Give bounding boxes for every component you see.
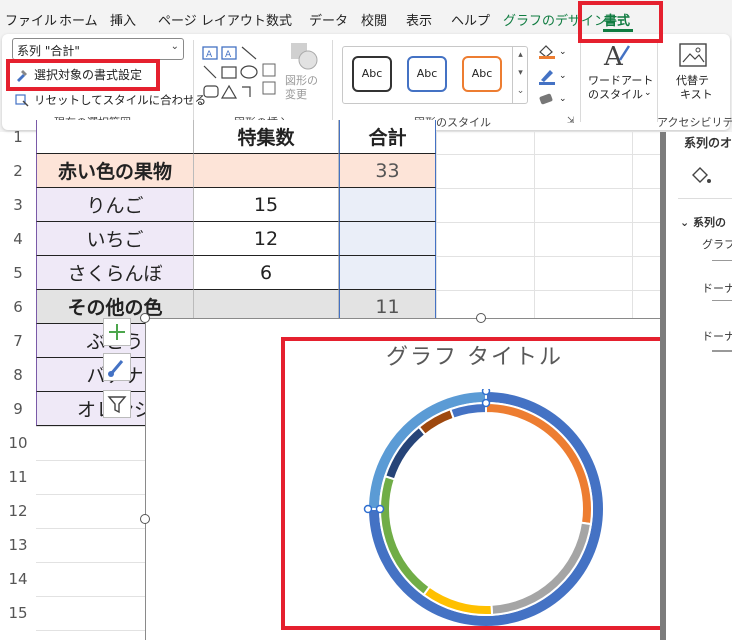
cell-A2[interactable]: 赤い色の果物: [36, 154, 194, 188]
brush-icon: [108, 360, 124, 377]
svg-text:A: A: [225, 50, 232, 60]
row-header[interactable]: 6: [0, 290, 36, 324]
cell-B1[interactable]: 特集数: [194, 120, 339, 154]
chevron-down-icon[interactable]: ⌄: [559, 47, 567, 57]
chart-resize-handle[interactable]: [140, 313, 150, 323]
cell-B4[interactable]: 12: [194, 222, 339, 256]
filter-icon: [107, 396, 127, 414]
wordart-label-2[interactable]: のスタイル: [588, 88, 643, 102]
group-label-accessibility: アクセシビリティ: [657, 116, 732, 129]
row-header[interactable]: 8: [0, 358, 36, 392]
pane-title: 系列のオ: [684, 136, 732, 150]
group-separator: [657, 40, 658, 122]
tab-formulas[interactable]: 数式: [266, 10, 292, 29]
reset-style-label: リセットしてスタイルに合わせる: [34, 93, 207, 107]
pane-section-series-options[interactable]: ⌄ 系列の: [680, 214, 726, 230]
row-header[interactable]: 16: [0, 630, 36, 640]
group-separator: [580, 40, 581, 122]
row-header[interactable]: 15: [0, 596, 36, 630]
svg-text:A: A: [206, 50, 213, 60]
tab-page-layout[interactable]: ページ レイアウト: [158, 10, 266, 29]
chevron-down-icon[interactable]: ⌄: [559, 94, 567, 104]
wordart-icon: A: [603, 42, 631, 70]
cell-A5[interactable]: さくらんぼ: [36, 256, 194, 290]
tab-file[interactable]: ファイル: [5, 10, 57, 29]
row-header[interactable]: 12: [0, 494, 36, 528]
cell-B3[interactable]: 15: [194, 188, 339, 222]
chevron-down-icon[interactable]: ⌄: [559, 71, 567, 81]
pane-option-label: ドーナツ: [702, 282, 732, 295]
alt-text-icon: [679, 43, 707, 67]
chart-elements-button[interactable]: [103, 318, 131, 346]
tab-help[interactable]: ヘルプ: [451, 10, 490, 29]
chart-element-value: 系列 "合計": [17, 44, 80, 58]
chart-resize-handle[interactable]: [140, 514, 150, 524]
pane-option-label: グラフの: [702, 238, 732, 251]
shape-style-preset-3[interactable]: Abc: [462, 56, 502, 92]
highlight-format-tab: [578, 1, 663, 43]
format-pane: 系列のオ ⌄ 系列の グラフの ドーナツ ドーナツ: [660, 132, 732, 640]
change-shape-label-2[interactable]: 変更: [285, 88, 307, 102]
cell-C5[interactable]: [339, 256, 436, 290]
row-header[interactable]: 5: [0, 256, 36, 290]
row-header[interactable]: 9: [0, 392, 36, 426]
tab-review[interactable]: 校閲: [361, 10, 387, 29]
cell-B5[interactable]: 6: [194, 256, 339, 290]
shape-style-preset-1[interactable]: Abc: [352, 56, 392, 92]
alt-text-label-1[interactable]: 代替テ: [676, 74, 709, 88]
row-header[interactable]: 7: [0, 324, 36, 358]
shape-style-preset-2[interactable]: Abc: [407, 56, 447, 92]
group-separator: [332, 40, 333, 122]
highlight-format-selection: [6, 59, 160, 91]
fill-line-icon[interactable]: [688, 162, 714, 188]
cell-A3[interactable]: りんご: [36, 188, 194, 222]
chart-filters-button[interactable]: [103, 390, 131, 418]
cell-C4[interactable]: [339, 222, 436, 256]
chevron-down-icon[interactable]: ⌄: [644, 88, 652, 98]
pane-slider[interactable]: [712, 300, 732, 301]
tab-data[interactable]: データ: [309, 10, 348, 29]
tab-home[interactable]: ホーム: [59, 10, 98, 29]
change-shape-label-1[interactable]: 図形の: [285, 74, 318, 88]
svg-text:A: A: [603, 42, 624, 70]
cell-A4[interactable]: いちご: [36, 222, 194, 256]
dialog-launcher-icon[interactable]: ⇲: [567, 116, 575, 126]
wordart-label-1[interactable]: ワードアート: [588, 74, 653, 88]
row-header[interactable]: 1: [0, 120, 36, 154]
gallery-scroll[interactable]: ▴ ▾ ⌄: [512, 46, 528, 104]
row-header[interactable]: 3: [0, 188, 36, 222]
shapes-gallery[interactable]: A A: [200, 44, 280, 104]
pane-option-label: ドーナツ: [702, 330, 732, 343]
chart-styles-button[interactable]: [103, 353, 131, 381]
cell-C1[interactable]: 合計: [339, 120, 436, 154]
shape-fill-outline-effects[interactable]: [536, 40, 558, 110]
tab-view[interactable]: 表示: [406, 10, 432, 29]
row-header[interactable]: 13: [0, 528, 36, 562]
pane-divider: [678, 198, 732, 199]
pane-slider[interactable]: [712, 260, 732, 261]
row-header[interactable]: 11: [0, 460, 36, 494]
plus-icon: [109, 324, 125, 340]
cell-C2[interactable]: 33: [339, 154, 436, 188]
cell-B2[interactable]: [194, 154, 339, 188]
tab-insert[interactable]: 挿入: [110, 10, 136, 29]
cell-C3[interactable]: [339, 188, 436, 222]
chart-resize-handle[interactable]: [476, 313, 486, 323]
change-shape-icon: [291, 43, 318, 70]
group-separator: [193, 40, 194, 122]
chevron-down-icon: ⌄: [170, 41, 179, 52]
row-header[interactable]: 4: [0, 222, 36, 256]
highlight-chart: [281, 337, 670, 630]
row-header[interactable]: 10: [0, 426, 36, 460]
alt-text-label-2[interactable]: キスト: [680, 88, 713, 102]
cell-A1[interactable]: [36, 120, 194, 154]
pane-slider[interactable]: [712, 350, 732, 352]
reset-icon: [14, 92, 30, 108]
reset-style-button[interactable]: リセットしてスタイルに合わせる: [14, 92, 206, 108]
chart-element-dropdown[interactable]: 系列 "合計" ⌄: [12, 38, 184, 60]
row-header[interactable]: 14: [0, 562, 36, 596]
row-header[interactable]: 2: [0, 154, 36, 188]
